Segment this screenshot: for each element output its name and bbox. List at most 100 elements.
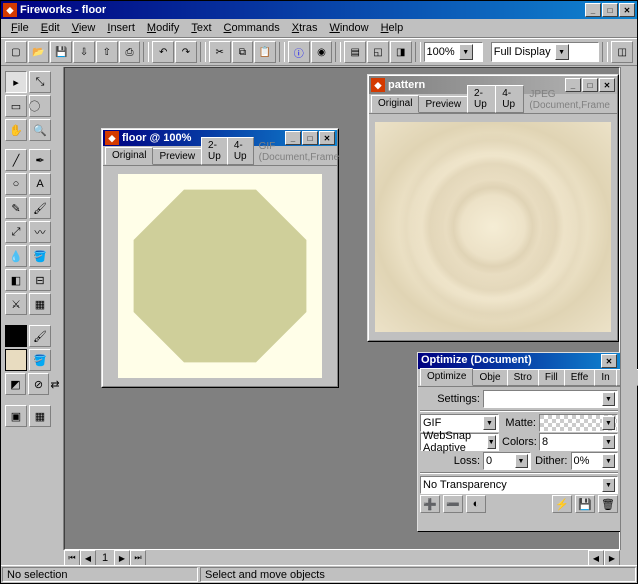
fill-picker[interactable]: 🪣 <box>29 349 51 371</box>
scroll-left[interactable]: ◀ <box>588 550 604 566</box>
swap-colors[interactable]: ⇄ <box>51 373 59 395</box>
menu-commands[interactable]: Commands <box>218 20 286 36</box>
tab-2up-2[interactable]: 2-Up <box>467 85 496 113</box>
lasso-tool[interactable]: ⃝ <box>29 95 51 117</box>
no-color[interactable]: ⊘ <box>28 373 49 395</box>
color-button[interactable]: ◉ <box>311 41 333 63</box>
pencil-tool[interactable]: ✎ <box>5 197 27 219</box>
info-button[interactable]: ⓘ <box>288 41 310 63</box>
tab-preview[interactable]: Preview <box>152 148 202 165</box>
opt-tab-stroke[interactable]: Stro <box>507 369 539 386</box>
fill-color[interactable] <box>5 349 27 371</box>
scroll-right[interactable]: ▶ <box>604 550 620 566</box>
styles-button[interactable]: ◨ <box>390 41 412 63</box>
behaviors-button[interactable]: ◱ <box>367 41 389 63</box>
close-button[interactable]: ✕ <box>619 3 635 17</box>
opt-add-trans[interactable]: ➕ <box>420 495 440 513</box>
line-tool[interactable]: ╱ <box>5 149 27 171</box>
new-button[interactable]: ▢ <box>5 41 27 63</box>
colors-select[interactable]: 8▼ <box>539 433 618 451</box>
opt-tab-object[interactable]: Obje <box>472 369 507 386</box>
right-scrollbar[interactable] <box>620 67 637 550</box>
optimize-title[interactable]: Optimize (Document)✕ <box>418 353 620 369</box>
stroke-color[interactable] <box>5 325 27 347</box>
text-tool[interactable]: A <box>29 173 51 195</box>
transparency-select[interactable]: No Transparency▼ <box>420 476 618 494</box>
opt-tab-optimize[interactable]: Optimize <box>420 368 473 386</box>
zoom-tool[interactable]: 🔍 <box>29 119 51 141</box>
export-button[interactable]: ⇧ <box>96 41 118 63</box>
frame-next[interactable]: ▶ <box>114 550 130 566</box>
pen-tool[interactable]: ✒ <box>29 149 51 171</box>
default-colors[interactable]: ◩ <box>5 373 26 395</box>
knife-tool[interactable]: ⚔ <box>5 293 27 315</box>
tab-original[interactable]: Original <box>105 147 153 165</box>
menu-xtras[interactable]: Xtras <box>286 20 324 36</box>
minimize-button[interactable]: _ <box>585 3 601 17</box>
optimize-close[interactable]: ✕ <box>601 354 617 368</box>
bucket-tool[interactable]: 🪣 <box>29 245 51 267</box>
display-select[interactable]: Full Display▼ <box>491 42 600 62</box>
doc-window-pattern: ◆ pattern _ □ ✕ Original Preview 2-Up 4-… <box>367 74 619 342</box>
zoom-select[interactable]: 100%▼ <box>424 42 483 62</box>
tab-2up[interactable]: 2-Up <box>201 137 228 165</box>
loss-input[interactable]: 0▼ <box>483 452 531 470</box>
save-button[interactable]: 💾 <box>50 41 72 63</box>
freeform-tool[interactable]: 〰 <box>29 221 51 243</box>
palette-select[interactable]: WebSnap Adaptive▼ <box>420 433 499 451</box>
opt-remove-trans[interactable]: ➖ <box>443 495 463 513</box>
hotspot-tool[interactable]: ▦ <box>29 293 51 315</box>
subselect-tool[interactable]: ⤡ <box>29 71 51 93</box>
menu-insert[interactable]: Insert <box>101 20 141 36</box>
cut-button[interactable]: ✂ <box>209 41 231 63</box>
frame-first[interactable]: ⏮ <box>64 550 80 566</box>
menu-file[interactable]: File <box>5 20 35 36</box>
view-mode-2[interactable]: ▦ <box>29 405 51 427</box>
menu-window[interactable]: Window <box>323 20 374 36</box>
opt-tab-info[interactable]: In <box>594 369 616 386</box>
redo-button[interactable]: ↷ <box>175 41 197 63</box>
menu-help[interactable]: Help <box>375 20 410 36</box>
layers-button[interactable]: ▤ <box>344 41 366 63</box>
opt-tab-effect[interactable]: Effe <box>564 369 596 386</box>
opt-save[interactable]: 💾 <box>575 495 595 513</box>
opt-wizard[interactable]: ⚡ <box>552 495 572 513</box>
tab-4up-2[interactable]: 4-Up <box>495 85 524 113</box>
doc-pattern-canvas[interactable] <box>369 114 617 340</box>
tab-preview-2[interactable]: Preview <box>418 96 468 113</box>
menu-modify[interactable]: Modify <box>141 20 185 36</box>
eraser-tool[interactable]: ◧ <box>5 269 27 291</box>
eyedropper-tool[interactable]: 💧 <box>5 245 27 267</box>
menu-view[interactable]: View <box>66 20 102 36</box>
stamp-tool[interactable]: ⊟ <box>29 269 51 291</box>
import-button[interactable]: ⇩ <box>73 41 95 63</box>
frame-last[interactable]: ⏭ <box>130 550 146 566</box>
menu-edit[interactable]: Edit <box>35 20 66 36</box>
frame-prev[interactable]: ◀ <box>80 550 96 566</box>
doc-floor-canvas[interactable] <box>103 166 337 386</box>
menu-text[interactable]: Text <box>185 20 217 36</box>
paste-button[interactable]: 📋 <box>254 41 276 63</box>
brush-tool[interactable]: 🖌 <box>29 197 51 219</box>
hand-tool[interactable]: ✋ <box>5 119 27 141</box>
hide-panels-button[interactable]: ◫ <box>611 41 633 63</box>
maximize-button[interactable]: □ <box>602 3 618 17</box>
marquee-tool[interactable]: ▭ <box>5 95 27 117</box>
pointer-tool[interactable]: ▸ <box>5 71 27 93</box>
opt-delete[interactable]: 🗑 <box>598 495 618 513</box>
copy-button[interactable]: ⧉ <box>232 41 254 63</box>
ellipse-tool[interactable]: ○ <box>5 173 27 195</box>
settings-select[interactable]: ▼ <box>483 390 618 408</box>
scale-tool[interactable]: ⤢ <box>5 221 27 243</box>
dither-input[interactable]: 0%▼ <box>571 452 619 470</box>
open-button[interactable]: 📂 <box>28 41 50 63</box>
stroke-picker[interactable]: 🖌 <box>29 325 51 347</box>
matte-select[interactable]: ▼ <box>539 414 618 432</box>
opt-select-trans[interactable]: ◐ <box>466 495 486 513</box>
tab-4up[interactable]: 4-Up <box>227 137 254 165</box>
tab-original-2[interactable]: Original <box>371 95 419 113</box>
view-mode-1[interactable]: ▣ <box>5 405 27 427</box>
opt-tab-fill[interactable]: Fill <box>538 369 565 386</box>
print-button[interactable]: ⎙ <box>119 41 141 63</box>
undo-button[interactable]: ↶ <box>152 41 174 63</box>
